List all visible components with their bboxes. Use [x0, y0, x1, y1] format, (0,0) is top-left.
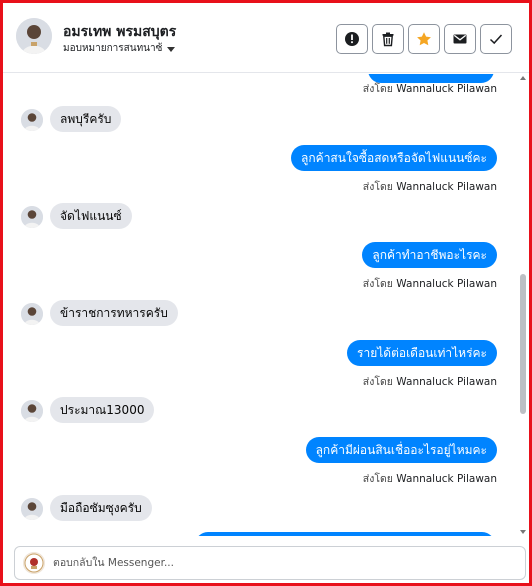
alert-icon — [345, 32, 359, 46]
scrollbar-thumb[interactable] — [520, 274, 526, 414]
sent-by-prefix: ส่งโดย — [362, 473, 393, 485]
reply-input[interactable] — [53, 547, 513, 579]
message-bubble-outgoing[interactable]: ลูกค้าสนใจซื้อสดหรือจัดไฟแนนซ์คะ — [291, 145, 497, 171]
message-thread: ส่งโดย Wannaluck Pilawan ลพบุรีครับ ลูกค… — [3, 74, 517, 536]
star-icon — [417, 32, 431, 46]
spam-button[interactable] — [336, 24, 368, 54]
scroll-down-arrow-icon[interactable] — [520, 530, 526, 534]
sent-by-name: Wannaluck Pilawan — [396, 473, 497, 485]
caret-down-icon — [167, 46, 176, 52]
reply-composer — [14, 546, 526, 580]
contact-avatar-small[interactable] — [21, 206, 43, 228]
page-avatar — [23, 552, 45, 574]
message-bubble-outgoing[interactable]: ลูกค้ามีผ่อนสินเชื่ออะไรอยู่ไหมคะ — [305, 437, 497, 463]
mail-icon — [453, 34, 467, 44]
sent-by-label: ส่งโดย Wannaluck Pilawan — [363, 178, 497, 195]
sent-by-name: Wannaluck Pilawan — [396, 376, 497, 388]
contact-avatar-small[interactable] — [21, 109, 43, 131]
messages-scrollbar[interactable] — [519, 74, 527, 536]
sent-by-label: ส่งโดย Wannaluck Pilawan — [363, 470, 497, 487]
sent-by-label: ส่งโดย Wannaluck Pilawan — [363, 80, 497, 97]
message-bubble-incoming[interactable]: ประมาณ13000 — [50, 397, 155, 423]
sent-by-prefix: ส่งโดย — [362, 278, 393, 290]
star-button[interactable] — [408, 24, 440, 54]
trash-icon — [382, 32, 394, 47]
message-bubble-outgoing[interactable]: รายได้ต่อเดือนเท่าไหร่คะ — [347, 340, 497, 366]
sent-by-name: Wannaluck Pilawan — [396, 181, 497, 193]
sent-by-prefix: ส่งโดย — [362, 376, 393, 388]
contact-avatar-small[interactable] — [21, 498, 43, 520]
assign-conversation-dropdown[interactable]: มอบหมายการสนทนาซ้ — [63, 41, 176, 56]
sent-by-prefix: ส่งโดย — [362, 181, 393, 193]
contact-name[interactable]: อมรเทพ พรมสบุตร — [63, 21, 176, 43]
assign-label: มอบหมายการสนทนาซ้ — [63, 43, 163, 54]
conversation-header: อมรเทพ พรมสบุตร มอบหมายการสนทนาซ้ — [3, 3, 529, 73]
contact-avatar[interactable] — [16, 18, 52, 54]
delete-button[interactable] — [372, 24, 404, 54]
sent-by-name: Wannaluck Pilawan — [396, 278, 497, 290]
sent-by-name: Wannaluck Pilawan — [396, 83, 497, 95]
contact-avatar-small[interactable] — [21, 303, 43, 325]
message-bubble-incoming[interactable]: มือถือซัมซุงครับ — [50, 495, 152, 521]
message-bubble-incoming[interactable]: ลพบุรีครับ — [50, 106, 122, 132]
sent-by-prefix: ส่งโดย — [362, 83, 393, 95]
message-bubble-outgoing[interactable] — [195, 532, 495, 536]
mark-unread-button[interactable] — [444, 24, 476, 54]
sent-by-label: ส่งโดย Wannaluck Pilawan — [363, 275, 497, 292]
message-bubble-incoming[interactable]: จัดไฟแนนซ์ — [50, 203, 132, 229]
contact-avatar-small[interactable] — [21, 400, 43, 422]
scroll-up-arrow-icon[interactable] — [520, 76, 526, 80]
sent-by-label: ส่งโดย Wannaluck Pilawan — [363, 373, 497, 390]
message-bubble-incoming[interactable]: ข้าราชการทหารครับ — [50, 300, 178, 326]
check-icon — [489, 34, 503, 45]
mark-done-button[interactable] — [480, 24, 512, 54]
message-bubble-outgoing[interactable]: ลูกค้าทำอาชีพอะไรคะ — [362, 242, 497, 268]
